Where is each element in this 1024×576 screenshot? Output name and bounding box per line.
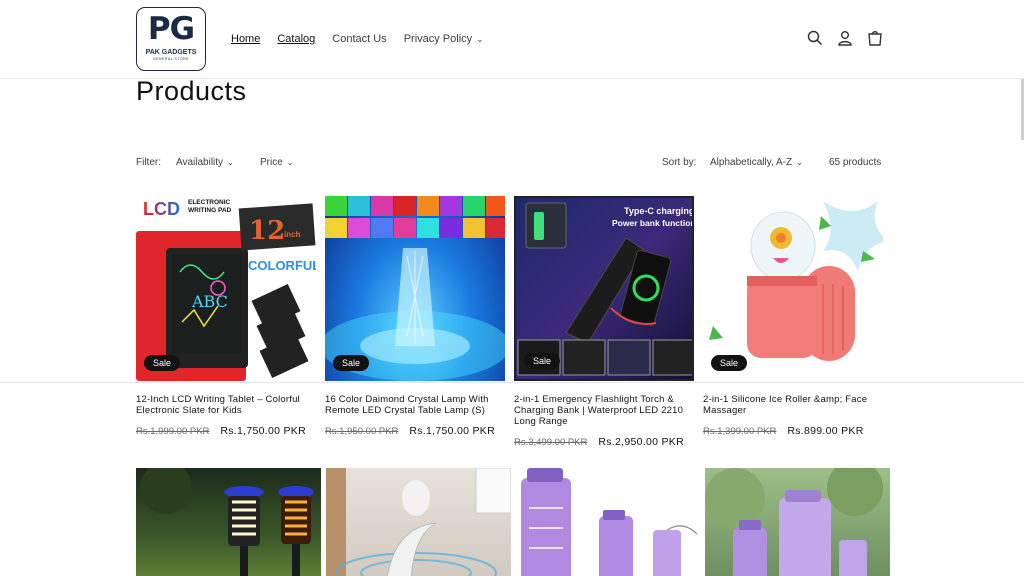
logo-mark: PG	[147, 11, 195, 47]
main-nav: Home Catalog Contact Us Privacy Policy ⌄	[231, 33, 484, 45]
product-image[interactable]: LCD ELECTRONIC WRITING PAD 12 inch COLOR…	[136, 196, 316, 381]
product-count: 65 products	[829, 157, 882, 168]
product-image[interactable]: Sale	[703, 196, 883, 381]
site-header: PG PAK GADGETS GENERAL STORE Home Catalo…	[0, 0, 1024, 79]
image-text-writing-pad: ELECTRONIC WRITING PAD	[188, 199, 232, 214]
account-icon[interactable]	[836, 29, 854, 47]
sale-badge: Sale	[524, 353, 561, 369]
regular-price: Rs.1,399.00 PKR	[703, 426, 777, 437]
sale-badge: Sale	[144, 355, 181, 371]
price-filter[interactable]: Price ⌄	[260, 157, 294, 168]
product-prices: Rs.1,399.00 PKR Rs.899.00 PKR	[703, 425, 883, 437]
sort-select[interactable]: Alphabetically, A-Z ⌄	[710, 157, 803, 168]
product-card[interactable]	[136, 468, 321, 576]
logo-subtitle: GENERAL STORE	[152, 57, 190, 61]
product-image[interactable]: Sale	[325, 196, 505, 381]
sale-price: Rs.2,950.00 PKR	[598, 436, 684, 448]
product-prices: Rs.1,999.00 PKR Rs.1,750.00 PKR	[136, 425, 316, 437]
image-text-12: 12	[249, 216, 286, 246]
product-card[interactable]	[326, 468, 511, 576]
image-text-typec: Type-C charging	[624, 206, 694, 216]
image-text-powerbank: Power bank function	[612, 218, 694, 228]
product-card[interactable]: Type-C charging Power bank function Sale…	[514, 196, 694, 448]
image-text-abc: ABC	[192, 292, 228, 311]
sale-price: Rs.1,750.00 PKR	[220, 425, 306, 437]
product-title[interactable]: 2-in-1 Emergency Flashlight Torch & Char…	[514, 394, 694, 427]
regular-price: Rs.3,499.00 PKR	[514, 437, 588, 448]
regular-price: Rs.1,999.00 PKR	[136, 426, 210, 437]
image-text-lcd-value: LCD	[143, 199, 180, 219]
chevron-down-icon: ⌄	[286, 158, 294, 167]
cart-icon[interactable]	[866, 29, 884, 47]
product-image[interactable]	[515, 468, 700, 576]
product-card[interactable]: LCD ELECTRONIC WRITING PAD 12 inch COLOR…	[136, 196, 316, 437]
product-title[interactable]: 12-Inch LCD Writing Tablet – Colorful El…	[136, 394, 316, 416]
availability-filter[interactable]: Availability ⌄	[176, 157, 234, 168]
nav-privacy-policy[interactable]: Privacy Policy ⌄	[404, 33, 484, 45]
chevron-down-icon: ⌄	[227, 158, 234, 167]
sale-badge: Sale	[333, 355, 370, 371]
filter-bar: Filter: Availability ⌄ Price ⌄ Sort by: Al…	[136, 157, 884, 171]
image-text-inch: inch	[284, 230, 301, 239]
nav-catalog[interactable]: Catalog	[277, 33, 315, 45]
nav-privacy-label: Privacy Policy	[403, 33, 473, 45]
nav-home[interactable]: Home	[231, 33, 260, 45]
product-prices: Rs.1,950.00 PKR Rs.1,750.00 PKR	[325, 425, 505, 437]
price-label: Price	[260, 157, 283, 168]
sort-value: Alphabetically, A-Z	[710, 157, 793, 168]
sort-label: Sort by:	[662, 157, 697, 168]
sale-price: Rs.1,750.00 PKR	[409, 425, 495, 437]
product-prices: Rs.3,499.00 PKR Rs.2,950.00 PKR	[514, 436, 694, 448]
logo-name: PAK GADGETS	[145, 49, 197, 56]
filter-label: Filter:	[136, 157, 161, 168]
image-text-lcd: LCD	[143, 199, 180, 220]
image-text-colorful: COLORFUL	[248, 258, 316, 273]
product-card[interactable]	[515, 468, 700, 576]
regular-price: Rs.1,950.00 PKR	[325, 426, 399, 437]
product-title[interactable]: 2-in-1 Silicone Ice Roller &amp; Face Ma…	[703, 394, 883, 416]
availability-label: Availability	[176, 157, 224, 168]
product-card[interactable]: Sale 2-in-1 Silicone Ice Roller &amp; Fa…	[703, 196, 883, 437]
chevron-down-icon: ⌄	[796, 158, 803, 167]
product-card[interactable]: Sale 16 Color Daimond Crystal Lamp With …	[325, 196, 505, 437]
product-image[interactable]: Type-C charging Power bank function Sale	[514, 196, 694, 381]
product-image[interactable]	[705, 468, 890, 576]
search-icon[interactable]	[806, 29, 824, 47]
chevron-down-icon: ⌄	[476, 34, 484, 44]
product-card[interactable]	[705, 468, 890, 576]
page-title: Products	[136, 76, 247, 106]
store-logo[interactable]: PG PAK GADGETS GENERAL STORE	[136, 7, 206, 71]
nav-contact[interactable]: Contact Us	[332, 33, 386, 45]
product-image[interactable]	[326, 468, 511, 576]
sale-price: Rs.899.00 PKR	[787, 425, 864, 437]
header-icons	[806, 29, 884, 47]
sale-badge: Sale	[711, 355, 748, 371]
product-image[interactable]	[136, 468, 321, 576]
product-title[interactable]: 16 Color Daimond Crystal Lamp With Remot…	[325, 394, 505, 416]
